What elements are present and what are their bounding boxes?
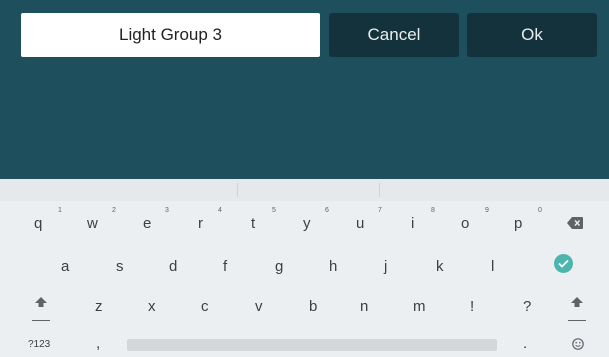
ok-button[interactable]: Ok (467, 13, 597, 57)
group-name-input[interactable] (21, 13, 320, 57)
cancel-button[interactable]: Cancel (329, 13, 459, 57)
key-hint-4: 4 (218, 207, 222, 214)
key-hint-5: 5 (272, 207, 276, 214)
key-h[interactable]: h (329, 258, 337, 275)
key-t[interactable]: t (251, 215, 255, 232)
key-c[interactable]: c (201, 298, 209, 315)
key-hint-0: 0 (538, 207, 542, 214)
enter-key[interactable] (554, 254, 573, 273)
key-period[interactable]: . (523, 335, 527, 352)
key-hint-3: 3 (165, 207, 169, 214)
key-hint-7: 7 (378, 207, 382, 214)
dialog-area: Cancel Ok (0, 0, 609, 179)
shift-underline (568, 320, 586, 321)
key-hint-6: 6 (325, 207, 329, 214)
key-j[interactable]: j (384, 258, 387, 275)
key-i[interactable]: i (411, 215, 414, 232)
emoji-icon[interactable] (572, 338, 584, 350)
key-question[interactable]: ? (523, 298, 531, 315)
key-exclamation[interactable]: ! (470, 298, 474, 315)
shift-icon[interactable] (571, 297, 583, 307)
key-z[interactable]: z (95, 298, 103, 315)
key-x[interactable]: x (148, 298, 156, 315)
on-screen-keyboard: q 1 w 2 e 3 r 4 t 5 y 6 u 7 i 8 o 9 p 0 … (0, 179, 609, 357)
suggestion-divider (237, 183, 238, 197)
key-hint-8: 8 (431, 207, 435, 214)
key-u[interactable]: u (356, 215, 364, 232)
key-n[interactable]: n (360, 298, 368, 315)
key-hint-2: 2 (112, 207, 116, 214)
backspace-icon[interactable] (567, 217, 583, 229)
key-k[interactable]: k (436, 258, 444, 275)
check-icon (558, 259, 569, 268)
key-q[interactable]: q (34, 215, 42, 232)
key-d[interactable]: d (169, 258, 177, 275)
suggestion-divider (379, 183, 380, 197)
suggestion-strip (0, 179, 609, 201)
shift-underline (32, 320, 50, 321)
key-l[interactable]: l (491, 258, 494, 275)
key-e[interactable]: e (143, 215, 151, 232)
symbols-key[interactable]: ?123 (28, 339, 50, 350)
key-comma[interactable]: , (96, 335, 100, 352)
key-hint-9: 9 (485, 207, 489, 214)
key-m[interactable]: m (413, 298, 426, 315)
key-r[interactable]: r (198, 215, 203, 232)
key-v[interactable]: v (255, 298, 263, 315)
key-p[interactable]: p (514, 215, 522, 232)
key-g[interactable]: g (275, 258, 283, 275)
key-b[interactable]: b (309, 298, 317, 315)
key-w[interactable]: w (87, 215, 98, 232)
shift-icon[interactable] (35, 297, 47, 307)
key-hint-1: 1 (58, 207, 62, 214)
key-s[interactable]: s (116, 258, 124, 275)
space-bar[interactable] (127, 339, 497, 351)
key-a[interactable]: a (61, 258, 69, 275)
key-f[interactable]: f (223, 258, 227, 275)
key-y[interactable]: y (303, 215, 311, 232)
key-o[interactable]: o (461, 215, 469, 232)
